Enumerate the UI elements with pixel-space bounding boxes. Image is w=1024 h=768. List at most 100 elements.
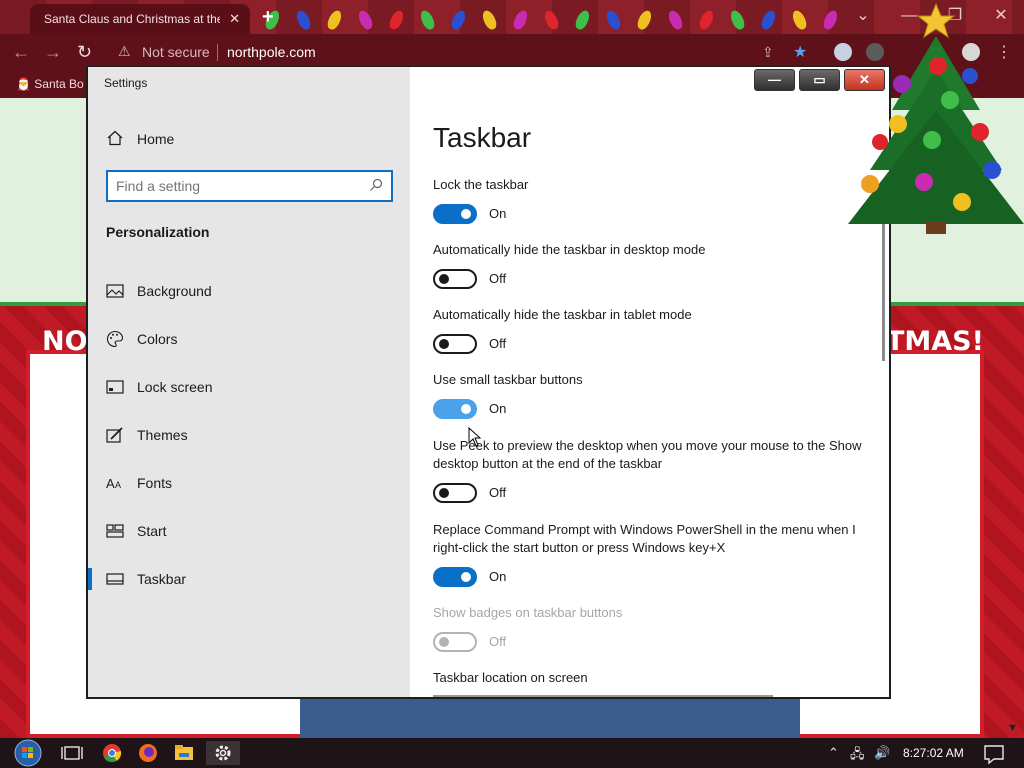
sidebar-item-taskbar[interactable]: Taskbar — [88, 557, 410, 601]
page-title: Taskbar — [433, 122, 532, 153]
maximize-button[interactable]: ▭ — [799, 69, 840, 91]
task-view-icon[interactable] — [58, 741, 86, 765]
security-status-label[interactable]: Not secure — [142, 44, 210, 60]
sidebar-item-colors[interactable]: Colors — [88, 317, 410, 361]
sidebar-item-themes[interactable]: Themes — [88, 413, 410, 457]
autohide-tablet-toggle[interactable] — [433, 334, 477, 354]
browser-tab[interactable]: Santa Claus and Christmas at the ✕ — [30, 4, 250, 34]
mouse-cursor-icon — [468, 427, 482, 447]
windows-taskbar: ⌃ 🖧 🔊 8:27:02 AM — [0, 738, 1024, 768]
reload-icon[interactable]: ↻ — [77, 42, 92, 63]
url-text[interactable]: northpole.com — [227, 44, 316, 60]
search-input[interactable] — [116, 177, 362, 195]
taskbar-location-dropdown[interactable] — [433, 695, 773, 699]
autohide-desktop-toggle[interactable] — [433, 269, 477, 289]
sidebar-item-background[interactable]: Background — [88, 269, 410, 313]
lock-screen-icon — [106, 380, 124, 394]
start-orb-icon[interactable] — [12, 738, 44, 768]
light-bulb — [728, 8, 747, 32]
taskbar-clock[interactable]: 8:27:02 AM — [903, 746, 964, 760]
chrome-icon[interactable] — [98, 741, 126, 765]
show-hidden-icons-icon[interactable]: ⌃ — [828, 745, 839, 761]
browser-tab-title: Santa Claus and Christmas at the — [44, 12, 220, 26]
sidebar-item-fonts[interactable]: AA Fonts — [88, 461, 410, 505]
settings-content: Taskbar Lock the taskbar On Automaticall… — [410, 67, 889, 697]
sidebar-item-label: Taskbar — [137, 571, 187, 587]
home-icon — [107, 130, 123, 146]
toggle-knob — [461, 572, 471, 582]
file-explorer-icon[interactable] — [170, 741, 198, 765]
peek-label: Use Peek to preview the desktop when you… — [433, 438, 862, 471]
network-icon[interactable]: 🖧 — [850, 745, 865, 767]
peek-toggle[interactable] — [433, 483, 477, 503]
active-indicator — [88, 568, 92, 590]
sidebar-item-label: Start — [137, 523, 167, 539]
light-bulb — [480, 8, 499, 32]
sidebar-item-label: Lock screen — [137, 379, 213, 395]
toggle-knob — [439, 488, 449, 498]
tab-close-icon[interactable]: ✕ — [229, 11, 240, 27]
bookmark-item[interactable]: 🎅 Santa Bo — [16, 77, 84, 91]
toggle-state: Off — [489, 336, 507, 351]
toggle-knob — [439, 637, 449, 647]
light-bulb — [418, 8, 437, 32]
taskbar-location-label: Taskbar location on screen — [433, 670, 588, 685]
bookmark-star-icon[interactable]: ★ — [793, 42, 807, 62]
sidebar-item-start[interactable]: Start — [88, 509, 410, 553]
page-banner-text-left: NO — [42, 326, 88, 357]
autohide-desktop-label: Automatically hide the taskbar in deskto… — [433, 242, 706, 257]
content-scrollbar[interactable] — [882, 215, 885, 361]
lock-taskbar-label: Lock the taskbar — [433, 177, 529, 192]
minimize-button[interactable]: — — [754, 69, 795, 91]
light-bulb — [790, 8, 809, 32]
new-tab-button[interactable]: + — [262, 6, 274, 29]
notification-center-icon[interactable] — [980, 742, 1008, 766]
font-icon: AA — [106, 476, 121, 491]
firefox-icon[interactable] — [134, 741, 162, 765]
toggle-state: On — [489, 206, 507, 221]
light-bulb — [604, 8, 623, 32]
warning-triangle-icon[interactable]: ⚠ — [118, 43, 131, 60]
light-bulb — [697, 8, 716, 32]
taskbar-icon — [106, 573, 124, 585]
sidebar-item-label: Themes — [137, 427, 188, 443]
light-bulb — [325, 8, 344, 32]
toggle-knob — [461, 404, 471, 414]
small-buttons-toggle[interactable] — [433, 399, 477, 419]
light-bulb — [635, 8, 654, 32]
palette-icon — [107, 330, 124, 348]
settings-sidebar: Settings Home Personalization Background… — [88, 67, 410, 697]
share-icon[interactable]: ⇪ — [762, 44, 774, 61]
badges-toggle — [433, 632, 477, 652]
light-bulb — [449, 8, 468, 32]
forward-arrow-icon[interactable]: → — [44, 42, 62, 63]
svg-text:A: A — [106, 476, 115, 491]
light-bulb — [821, 8, 840, 32]
autohide-tablet-label: Automatically hide the taskbar in tablet… — [433, 307, 692, 322]
volume-icon[interactable]: 🔊 — [874, 745, 890, 761]
start-icon — [106, 524, 124, 538]
light-bulb — [387, 8, 406, 32]
light-bulb — [294, 8, 313, 32]
sidebar-item-label: Colors — [137, 331, 178, 347]
light-bulb — [542, 8, 561, 32]
bookmark-label: Santa Bo — [34, 77, 84, 91]
section-title: Personalization — [106, 224, 210, 240]
page-scroll-down-icon[interactable]: ▼ — [1007, 722, 1018, 734]
light-bulb — [573, 8, 592, 32]
toggle-knob — [461, 209, 471, 219]
toggle-knob — [439, 274, 449, 284]
badges-label: Show badges on taskbar buttons — [433, 605, 623, 620]
toggle-state: On — [489, 569, 507, 584]
search-box[interactable] — [106, 170, 393, 202]
lock-taskbar-toggle[interactable] — [433, 204, 477, 224]
christmas-tree-icon — [848, 2, 1024, 234]
back-arrow-icon[interactable]: ← — [12, 42, 30, 63]
address-bar[interactable]: ⚠ Not secure northpole.com — [106, 39, 826, 65]
settings-gear-icon[interactable] — [206, 741, 240, 765]
omnibox-divider — [217, 44, 218, 61]
powershell-toggle[interactable] — [433, 567, 477, 587]
toggle-state: Off — [489, 271, 507, 286]
powershell-label: Replace Command Prompt with Windows Powe… — [433, 522, 856, 555]
sidebar-item-lock-screen[interactable]: Lock screen — [88, 365, 410, 409]
